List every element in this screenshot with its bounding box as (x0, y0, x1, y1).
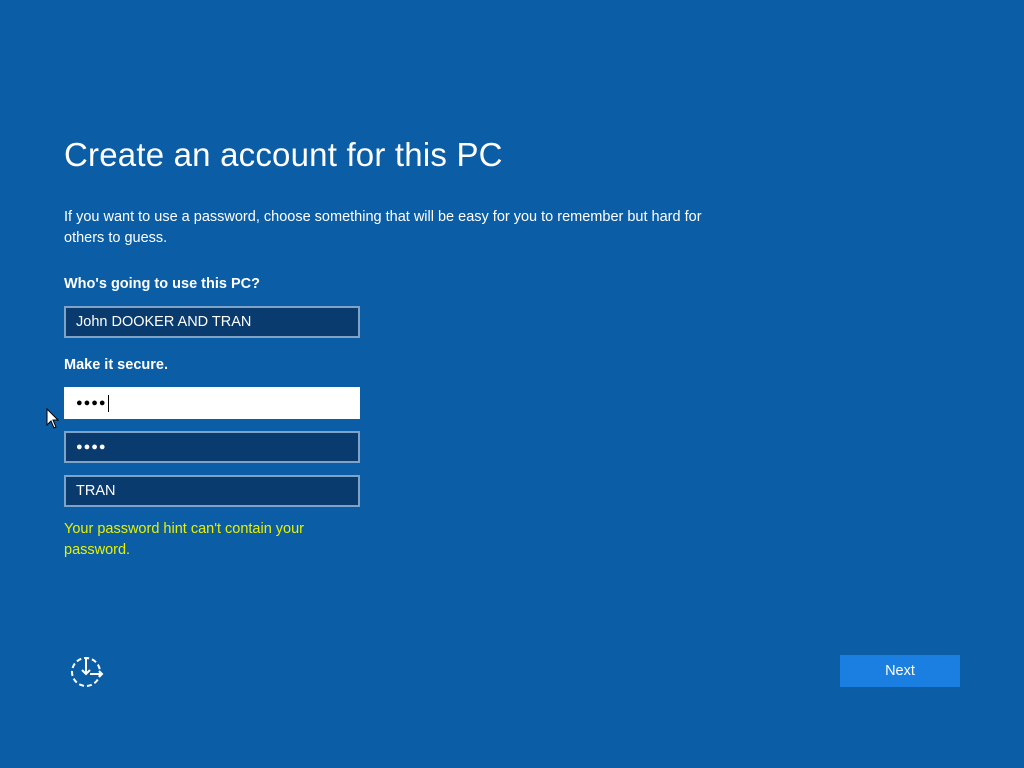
password-mask: ●●●● (76, 397, 107, 409)
text-caret (107, 394, 109, 412)
hint-error-message: Your password hint can't contain your pa… (64, 521, 305, 558)
username-field[interactable]: John DOOKER AND TRAN (64, 306, 360, 338)
mouse-cursor-icon (46, 408, 60, 429)
intro-text: If you want to use a password, choose so… (64, 209, 702, 246)
secure-label: Make it secure. (64, 357, 168, 373)
username-value: John DOOKER AND TRAN (76, 314, 252, 330)
password-hint-field[interactable]: TRAN (64, 475, 360, 507)
password-hint-value: TRAN (76, 483, 116, 499)
ease-of-access-icon-graphic (71, 657, 104, 687)
password-field[interactable]: ●●●● (64, 387, 360, 419)
confirm-password-field[interactable]: ●●●● (64, 431, 360, 463)
confirm-password-mask: ●●●● (76, 441, 107, 453)
ease-of-access-icon[interactable] (68, 654, 108, 688)
username-label: Who's going to use this PC? (64, 276, 260, 292)
page-title: Create an account for this PC (64, 136, 503, 173)
next-button[interactable]: Next (840, 655, 960, 687)
